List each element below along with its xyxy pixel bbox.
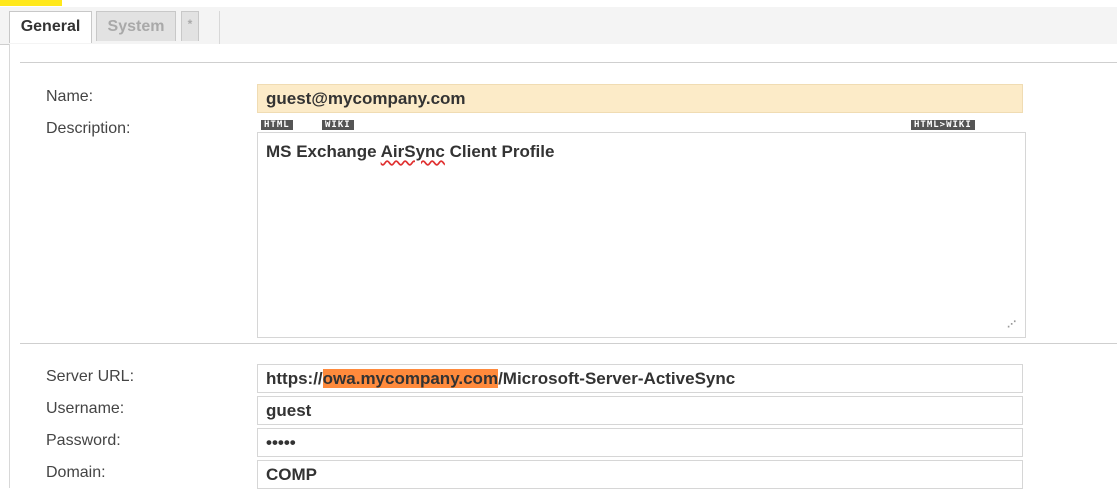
tab-bar: General System *: [0, 7, 1117, 45]
editor-wiki-button[interactable]: WIKI: [322, 120, 354, 130]
highlight-mark: [0, 0, 62, 6]
description-misspelled-word: AirSync: [380, 142, 445, 161]
tab-system[interactable]: System: [96, 11, 176, 41]
resize-grip-icon[interactable]: ⋰: [1007, 319, 1017, 329]
name-field[interactable]: guest@mycompany.com: [257, 84, 1023, 113]
tab-general[interactable]: General: [9, 11, 92, 43]
password-label: Password:: [46, 432, 121, 449]
description-text-suffix: Client Profile: [444, 142, 555, 161]
server-url-field[interactable]: https://owa.mycompany.com/Microsoft-Serv…: [257, 364, 1023, 393]
divider-top: [20, 62, 1117, 63]
server-url-host: owa.mycompany.com: [322, 369, 499, 388]
server-url-label: Server URL:: [46, 368, 135, 385]
divider-bottom: [20, 343, 1117, 344]
domain-field[interactable]: COMP: [257, 460, 1023, 489]
description-label: Description:: [46, 120, 131, 137]
password-field[interactable]: •••••: [257, 428, 1023, 457]
description-text-prefix: MS Exchange: [266, 142, 381, 161]
description-textarea[interactable]: MS Exchange AirSync Client Profile ⋰: [257, 132, 1026, 338]
username-label: Username:: [46, 400, 125, 417]
editor-html-to-wiki-button[interactable]: HTML>WIKI: [911, 120, 975, 130]
server-url-path: /Microsoft-Server-ActiveSync: [498, 369, 736, 388]
tab-more[interactable]: *: [181, 11, 199, 41]
top-highlight-strip: [0, 0, 1117, 6]
server-url-prefix: https://: [266, 369, 323, 388]
editor-html-button[interactable]: HTML: [261, 120, 293, 130]
username-field[interactable]: guest: [257, 396, 1023, 425]
tabbar-divider: [219, 11, 220, 44]
domain-label: Domain:: [46, 464, 106, 481]
name-label: Name:: [46, 88, 94, 105]
